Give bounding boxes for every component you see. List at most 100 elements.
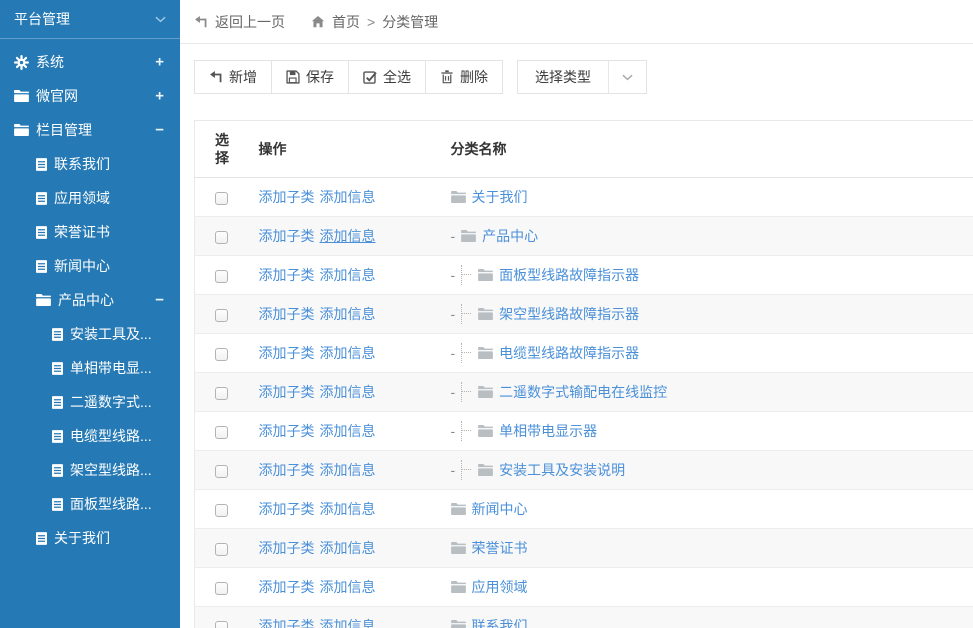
add-subcategory-link[interactable]: 添加子类 [259,462,315,478]
category-link[interactable]: 架空型线路故障指示器 [499,304,639,324]
sidebar-item[interactable]: 关于我们 [0,521,180,555]
add-subcategory-link[interactable]: 添加子类 [259,345,315,361]
tree-level-dash: - [451,304,456,324]
chevron-down-icon[interactable] [608,61,646,93]
save-button[interactable]: 保存 [271,60,349,94]
row-checkbox[interactable] [215,465,228,478]
row-checkbox[interactable] [215,192,228,205]
expand-toggle-icon[interactable]: + [155,88,164,105]
collapse-toggle-icon[interactable]: − [155,122,164,139]
add-info-link[interactable]: 添加信息 [320,579,376,595]
add-info-link[interactable]: 添加信息 [320,189,376,205]
add-subcategory-link[interactable]: 添加子类 [259,384,315,400]
table-header-row: 选择操作分类名称 [195,121,973,178]
table-row: 添加子类添加信息 荣誉证书 [195,529,973,568]
add-subcategory-link[interactable]: 添加子类 [259,579,315,595]
sidebar-item[interactable]: 联系我们 [0,147,180,181]
category-link[interactable]: 产品中心 [482,226,538,246]
add-subcategory-link[interactable]: 添加子类 [259,501,315,517]
category-table: 选择操作分类名称 添加子类添加信息关于我们添加子类添加信息-产品中心添加子类添加… [194,120,973,628]
category-link[interactable]: 安装工具及安装说明 [499,460,625,480]
row-checkbox[interactable] [215,348,228,361]
doc-icon [36,260,47,273]
sidebar-item-label: 单相带电显... [70,358,152,378]
toolbar-button-group: 新增保存全选删除 [194,60,503,94]
doc-icon [52,396,63,409]
collapse-toggle-icon[interactable]: − [155,292,164,309]
sidebar-item[interactable]: 应用领域 [0,181,180,215]
add-info-link[interactable]: 添加信息 [320,306,376,322]
category-link[interactable]: 联系我们 [472,616,528,628]
folder-icon [478,464,493,476]
breadcrumb-home-link[interactable]: 首页 [332,12,360,32]
table-row: 添加子类添加信息 新闻中心 [195,490,973,529]
sidebar-item[interactable]: 单相带电显... [0,351,180,385]
tree-level-dash: - [451,343,456,363]
sidebar-item[interactable]: 新闻中心 [0,249,180,283]
sidebar-item-label: 应用领域 [54,188,110,208]
row-checkbox[interactable] [215,426,228,439]
row-checkbox[interactable] [215,543,228,556]
row-checkbox[interactable] [215,231,228,244]
sidebar-item[interactable]: 电缆型线路... [0,419,180,453]
row-checkbox[interactable] [215,621,228,628]
sidebar-item[interactable]: 二遥数字式... [0,385,180,419]
category-link[interactable]: 荣誉证书 [472,538,528,558]
add-info-link[interactable]: 添加信息 [320,618,376,628]
expand-toggle-icon[interactable]: + [155,54,164,71]
gear-icon [14,55,29,70]
back-link[interactable]: 返回上一页 [194,12,285,32]
category-link[interactable]: 关于我们 [472,187,528,207]
sidebar-item[interactable]: 安装工具及... [0,317,180,351]
add-subcategory-link[interactable]: 添加子类 [259,540,315,556]
add-info-link[interactable]: 添加信息 [320,267,376,283]
select-all-button[interactable]: 全选 [348,60,426,94]
column-header: 操作 [251,121,443,178]
add-subcategory-link[interactable]: 添加子类 [259,228,315,244]
category-link[interactable]: 单相带电显示器 [499,421,597,441]
category-link[interactable]: 应用领域 [472,577,528,597]
table-row: 添加子类添加信息 应用领域 [195,568,973,607]
category-link[interactable]: 新闻中心 [472,499,528,519]
sidebar-item[interactable]: 系统+ [0,45,180,79]
table-row: 添加子类添加信息-面板型线路故障指示器 [195,256,973,295]
row-checkbox[interactable] [215,582,228,595]
type-select-dropdown[interactable]: 选择类型 [517,60,647,94]
row-checkbox[interactable] [215,309,228,322]
add-subcategory-link[interactable]: 添加子类 [259,189,315,205]
folder-icon [451,542,466,554]
add-info-link[interactable]: 添加信息 [320,345,376,361]
toolbar: 新增保存全选删除 选择类型 [180,44,973,94]
corner-arrow-icon [209,70,223,84]
row-checkbox[interactable] [215,504,228,517]
category-link[interactable]: 二遥数字式输配电在线监控 [499,382,667,402]
row-checkbox[interactable] [215,270,228,283]
add-info-link[interactable]: 添加信息 [320,423,376,439]
sidebar-item[interactable]: 产品中心 − [0,283,180,317]
folder-icon [451,620,466,628]
row-checkbox[interactable] [215,387,228,400]
add-info-link[interactable]: 添加信息 [320,462,376,478]
category-link[interactable]: 面板型线路故障指示器 [499,265,639,285]
add-subcategory-link[interactable]: 添加子类 [259,267,315,283]
add-subcategory-link[interactable]: 添加子类 [259,423,315,439]
tree-branch-line [461,382,472,402]
category-link[interactable]: 电缆型线路故障指示器 [499,343,639,363]
add-info-link[interactable]: 添加信息 [320,228,376,244]
add-info-link[interactable]: 添加信息 [320,540,376,556]
add-button[interactable]: 新增 [194,60,272,94]
chevron-down-icon[interactable] [155,16,166,23]
sidebar-item-label: 产品中心 [58,290,114,310]
add-info-link[interactable]: 添加信息 [320,384,376,400]
sidebar-header[interactable]: 平台管理 [0,0,180,39]
add-info-link[interactable]: 添加信息 [320,501,376,517]
sidebar-item[interactable]: 面板型线路... [0,487,180,521]
add-subcategory-link[interactable]: 添加子类 [259,618,315,628]
delete-button[interactable]: 删除 [425,60,503,94]
sidebar-item[interactable]: 架空型线路... [0,453,180,487]
add-subcategory-link[interactable]: 添加子类 [259,306,315,322]
folder-icon [461,230,476,242]
sidebar-item[interactable]: 荣誉证书 [0,215,180,249]
sidebar-item[interactable]: 微官网+ [0,79,180,113]
sidebar-item[interactable]: 栏目管理− [0,113,180,147]
